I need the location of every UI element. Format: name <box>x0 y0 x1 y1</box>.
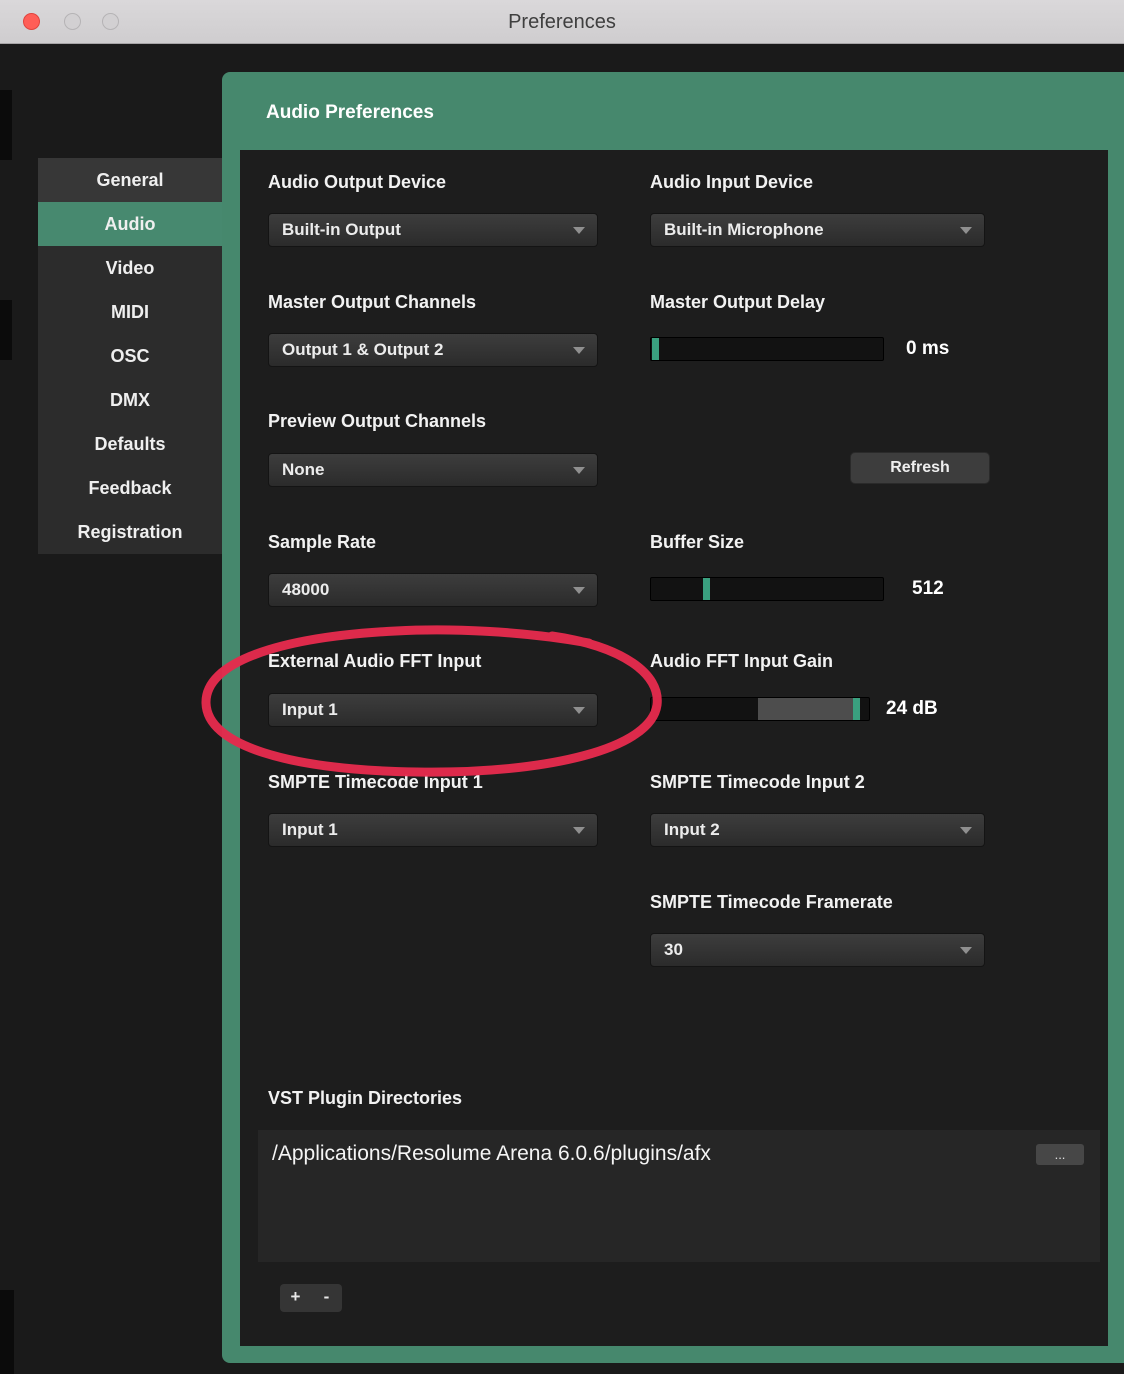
background-texture <box>0 300 12 360</box>
chevron-down-icon <box>573 467 585 474</box>
titlebar: Preferences <box>0 0 1124 44</box>
sidebar-item-general[interactable]: General <box>38 158 222 202</box>
preferences-window: Preferences Audio Preferences Audio Outp… <box>0 0 1124 1374</box>
smpte-timecode-input-1-value: Input 1 <box>282 820 573 840</box>
sidebar-item-dmx[interactable]: DMX <box>38 378 222 422</box>
sidebar-item-midi[interactable]: MIDI <box>38 290 222 334</box>
sidebar-item-feedback[interactable]: Feedback <box>38 466 222 510</box>
panel-title: Audio Preferences <box>266 102 434 124</box>
chevron-down-icon <box>960 227 972 234</box>
smpte-timecode-input-2-dropdown[interactable]: Input 2 <box>650 813 985 847</box>
audio-preferences-panel: Audio Preferences Audio Output Device Bu… <box>222 72 1124 1363</box>
chevron-down-icon <box>573 827 585 834</box>
slider-handle[interactable] <box>703 578 710 600</box>
directory-add-remove-group: + - <box>280 1284 342 1312</box>
audio-output-device-value: Built-in Output <box>282 220 573 240</box>
sidebar-item-audio[interactable]: Audio <box>38 202 222 246</box>
audio-output-device-label: Audio Output Device <box>268 172 446 193</box>
smpte-timecode-framerate-label: SMPTE Timecode Framerate <box>650 892 893 913</box>
vst-plugin-directories-list[interactable]: /Applications/Resolume Arena 6.0.6/plugi… <box>258 1130 1100 1262</box>
vst-plugin-directories-label: VST Plugin Directories <box>268 1088 462 1109</box>
chevron-down-icon <box>573 347 585 354</box>
sample-rate-dropdown[interactable]: 48000 <box>268 573 598 607</box>
remove-directory-button[interactable]: - <box>311 1284 342 1312</box>
window-title: Preferences <box>0 0 1124 44</box>
preview-output-channels-dropdown[interactable]: None <box>268 453 598 487</box>
master-output-delay-label: Master Output Delay <box>650 292 825 313</box>
preview-output-channels-value: None <box>282 460 573 480</box>
master-output-delay-value: 0 ms <box>906 338 949 360</box>
smpte-timecode-framerate-dropdown[interactable]: 30 <box>650 933 985 967</box>
vst-plugin-path[interactable]: /Applications/Resolume Arena 6.0.6/plugi… <box>272 1142 711 1166</box>
master-output-channels-value: Output 1 & Output 2 <box>282 340 573 360</box>
chevron-down-icon <box>573 587 585 594</box>
chevron-down-icon <box>573 227 585 234</box>
master-output-channels-label: Master Output Channels <box>268 292 476 313</box>
slider-handle[interactable] <box>652 338 659 360</box>
audio-input-device-dropdown[interactable]: Built-in Microphone <box>650 213 985 247</box>
chevron-down-icon <box>960 947 972 954</box>
refresh-button[interactable]: Refresh <box>850 452 990 484</box>
sidebar-item-defaults[interactable]: Defaults <box>38 422 222 466</box>
slider-handle[interactable] <box>853 698 860 720</box>
chevron-down-icon <box>573 707 585 714</box>
add-directory-button[interactable]: + <box>280 1284 311 1312</box>
sidebar-item-osc[interactable]: OSC <box>38 334 222 378</box>
smpte-timecode-input-1-label: SMPTE Timecode Input 1 <box>268 772 483 793</box>
buffer-size-value: 512 <box>912 578 944 600</box>
audio-fft-input-gain-value: 24 dB <box>886 698 938 720</box>
background-texture <box>0 1290 14 1374</box>
sidebar: General Audio Video MIDI OSC DMX Default… <box>38 158 222 554</box>
sidebar-item-video[interactable]: Video <box>38 246 222 290</box>
audio-input-device-value: Built-in Microphone <box>664 220 960 240</box>
sidebar-item-registration[interactable]: Registration <box>38 510 222 554</box>
smpte-timecode-input-1-dropdown[interactable]: Input 1 <box>268 813 598 847</box>
external-audio-fft-input-value: Input 1 <box>282 700 573 720</box>
audio-fft-input-gain-slider[interactable] <box>650 697 870 721</box>
external-audio-fft-input-label: External Audio FFT Input <box>268 651 481 672</box>
external-audio-fft-input-dropdown[interactable]: Input 1 <box>268 693 598 727</box>
smpte-timecode-input-2-value: Input 2 <box>664 820 960 840</box>
audio-fft-input-gain-label: Audio FFT Input Gain <box>650 651 833 672</box>
audio-settings-content: Audio Output Device Built-in Output Audi… <box>240 150 1108 1346</box>
master-output-channels-dropdown[interactable]: Output 1 & Output 2 <box>268 333 598 367</box>
audio-output-device-dropdown[interactable]: Built-in Output <box>268 213 598 247</box>
chevron-down-icon <box>960 827 972 834</box>
slider-fill <box>758 698 854 720</box>
background-texture <box>0 90 12 160</box>
master-output-delay-slider[interactable] <box>650 337 884 361</box>
sample-rate-label: Sample Rate <box>268 532 376 553</box>
browse-button[interactable]: ... <box>1036 1144 1084 1165</box>
buffer-size-label: Buffer Size <box>650 532 744 553</box>
sample-rate-value: 48000 <box>282 580 573 600</box>
smpte-timecode-framerate-value: 30 <box>664 940 960 960</box>
audio-input-device-label: Audio Input Device <box>650 172 813 193</box>
smpte-timecode-input-2-label: SMPTE Timecode Input 2 <box>650 772 865 793</box>
preview-output-channels-label: Preview Output Channels <box>268 411 486 432</box>
buffer-size-slider[interactable] <box>650 577 884 601</box>
